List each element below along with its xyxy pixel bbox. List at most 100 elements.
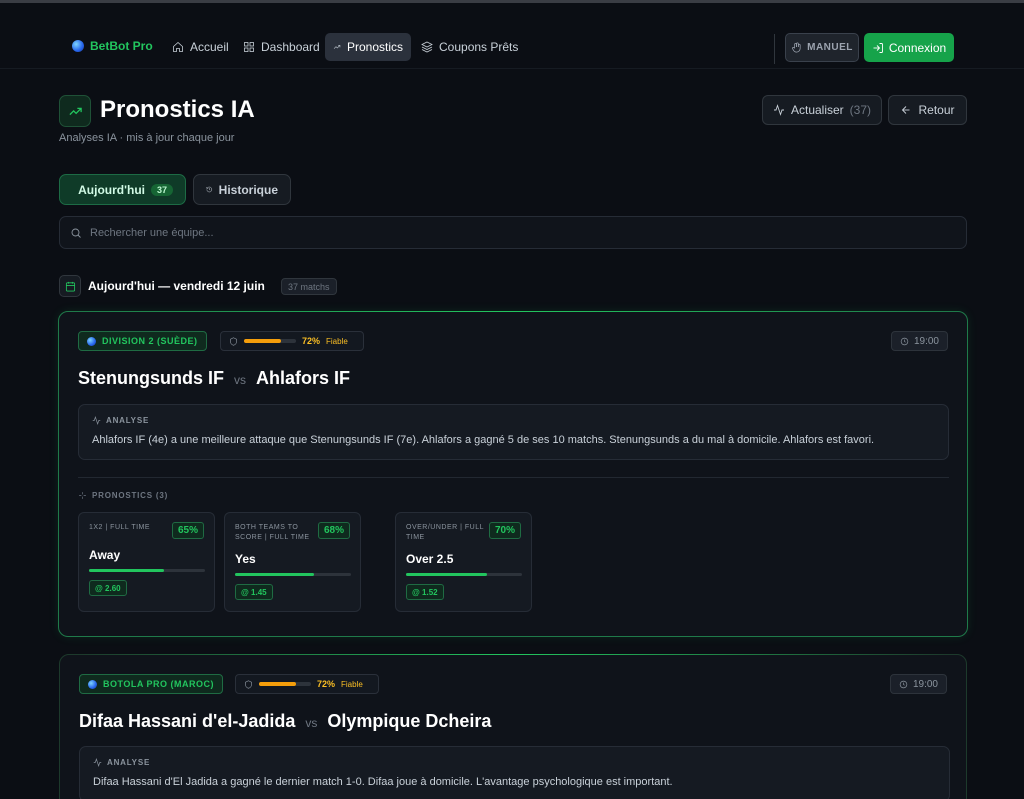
prediction-percent: 65%	[171, 522, 204, 539]
nav-item-coupons[interactable]: Coupons Prêts	[413, 33, 526, 61]
brand-logo[interactable]: BetBot Pro	[72, 39, 153, 53]
globe-icon	[72, 40, 84, 52]
page-subtitle: Analyses IA · mis à jour chaque jour	[59, 132, 235, 144]
activity-icon	[92, 416, 101, 425]
search-icon	[71, 228, 81, 238]
day-match-count: 37 matchs	[281, 278, 337, 295]
analysis-label: ANALYSE	[107, 758, 151, 767]
manual-mode-button[interactable]: MANUEL	[785, 33, 859, 62]
prediction-card[interactable]: 1X2 | FULL TIME 65% Away @ 2.60	[78, 512, 215, 612]
analysis-label: ANALYSE	[106, 416, 150, 425]
predictions-heading: PRONOSTICS (3)	[78, 491, 168, 500]
analysis-box: ANALYSE Difaa Hassani d'El Jadida a gagn…	[79, 746, 950, 799]
activity-icon	[773, 104, 784, 116]
analysis-box: ANALYSE Ahlafors IF (4e) a une meilleure…	[78, 404, 949, 460]
login-button[interactable]: Connexion	[864, 33, 954, 62]
prediction-market: BOTH TEAMS TO SCORE | FULL TIME	[235, 524, 310, 541]
match-title: Stenungsunds IF vs Ahlafors IF	[78, 368, 350, 389]
tab-history-label: Historique	[218, 182, 278, 197]
arrow-left-icon	[902, 106, 910, 114]
tab-today-count: 37	[150, 183, 173, 196]
hand-icon	[792, 42, 801, 53]
sparkle-icon	[79, 492, 86, 499]
match-time: 19:00	[912, 678, 938, 690]
grid-icon	[244, 42, 254, 52]
clock-icon	[900, 337, 909, 345]
prediction-card[interactable]: OVER/UNDER | FULL TIME 70% Over 2.5 @ 1.…	[395, 512, 532, 612]
match-card[interactable]: BOTOLA PRO (MAROC) 72% Fiable 19:00 Difa…	[59, 654, 967, 799]
league-name: BOTOLA PRO (MAROC)	[103, 679, 214, 689]
confidence-bar-fill	[259, 682, 297, 686]
match-title: Difaa Hassani d'el-Jadida vs Olympique D…	[79, 711, 491, 732]
prediction-bar	[406, 573, 522, 576]
nav-item-label: Dashboard	[261, 40, 320, 54]
prediction-value: Over 2.5	[406, 552, 454, 566]
search-bar	[59, 216, 967, 249]
prediction-market: OVER/UNDER | FULL TIME	[406, 524, 484, 541]
confidence-label: Fiable	[326, 336, 348, 346]
globe-icon	[88, 679, 97, 689]
card-divider	[78, 477, 949, 478]
search-input[interactable]	[90, 226, 950, 239]
match-time-badge: 19:00	[890, 331, 948, 351]
confidence-percent: 72%	[302, 336, 321, 346]
history-icon	[206, 186, 213, 193]
prediction-odds: @ 2.60	[89, 580, 127, 596]
prediction-odds: @ 1.52	[406, 584, 444, 600]
login-icon	[873, 42, 883, 53]
trending-up-icon	[333, 45, 341, 49]
clock-icon	[899, 680, 908, 688]
tab-history[interactable]: Historique	[193, 174, 291, 205]
prediction-percent: 70%	[488, 522, 521, 539]
analysis-text: Ahlafors IF (4e) a une meilleure attaque…	[92, 434, 875, 446]
prediction-odds: @ 1.45	[235, 584, 273, 600]
analysis-text: Difaa Hassani d'El Jadida a gagné le der…	[93, 776, 673, 788]
trending-up-icon	[59, 95, 91, 127]
nav-divider	[774, 34, 775, 64]
back-button[interactable]: Retour	[888, 95, 967, 125]
confidence-badge: 72% Fiable	[220, 331, 364, 351]
activity-icon	[93, 758, 102, 767]
vs-label: vs	[305, 716, 318, 730]
manual-label: MANUEL	[807, 42, 853, 53]
prediction-bar-fill	[406, 573, 488, 576]
page-title: Pronostics IA	[100, 96, 255, 123]
refresh-button[interactable]: Actualiser (37)	[762, 95, 882, 125]
vs-label: vs	[234, 373, 246, 387]
prediction-market: 1X2 | FULL TIME	[89, 524, 151, 531]
confidence-bar	[259, 682, 311, 686]
confidence-label: Fiable	[341, 679, 363, 689]
prediction-bar-fill	[89, 569, 165, 572]
confidence-bar	[244, 339, 296, 343]
league-name: DIVISION 2 (SUÈDE)	[102, 336, 198, 346]
prediction-percent: 68%	[317, 522, 350, 539]
nav-item-accueil[interactable]: Accueil	[164, 33, 237, 61]
confidence-percent: 72%	[317, 679, 336, 689]
prediction-card[interactable]: BOTH TEAMS TO SCORE | FULL TIME 68% Yes …	[224, 512, 361, 612]
home-icon	[173, 41, 183, 52]
match-card[interactable]: DIVISION 2 (SUÈDE) 72% Fiable 19:00 Sten…	[58, 311, 968, 637]
match-time: 19:00	[913, 335, 939, 347]
refresh-label: Actualiser	[790, 103, 844, 117]
day-heading: Aujourd'hui — vendredi 12 juin	[88, 279, 265, 293]
analysis-heading: ANALYSE	[92, 416, 149, 425]
nav-item-label: Pronostics	[346, 40, 403, 54]
away-team: Olympique Dcheira	[327, 711, 492, 731]
shield-icon	[245, 679, 252, 689]
shield-icon	[230, 336, 237, 346]
match-time-badge: 19:00	[889, 674, 947, 694]
refresh-count: (37)	[849, 103, 872, 117]
nav-item-pronostics[interactable]: Pronostics	[325, 33, 411, 61]
tab-today-label: Aujourd'hui	[78, 182, 145, 197]
analysis-heading: ANALYSE	[93, 758, 150, 767]
prediction-bar-fill	[235, 573, 314, 576]
nav-item-dashboard[interactable]: Dashboard	[235, 33, 328, 61]
nav-item-label: Coupons Prêts	[439, 40, 519, 54]
league-badge: BOTOLA PRO (MAROC)	[79, 674, 223, 694]
tab-today[interactable]: Aujourd'hui 37	[59, 174, 186, 205]
league-badge: DIVISION 2 (SUÈDE)	[78, 331, 207, 351]
brand-name: BetBot Pro	[90, 39, 153, 53]
prediction-bar	[89, 569, 205, 572]
calendar-icon	[59, 275, 81, 297]
prediction-value: Yes	[235, 552, 256, 566]
